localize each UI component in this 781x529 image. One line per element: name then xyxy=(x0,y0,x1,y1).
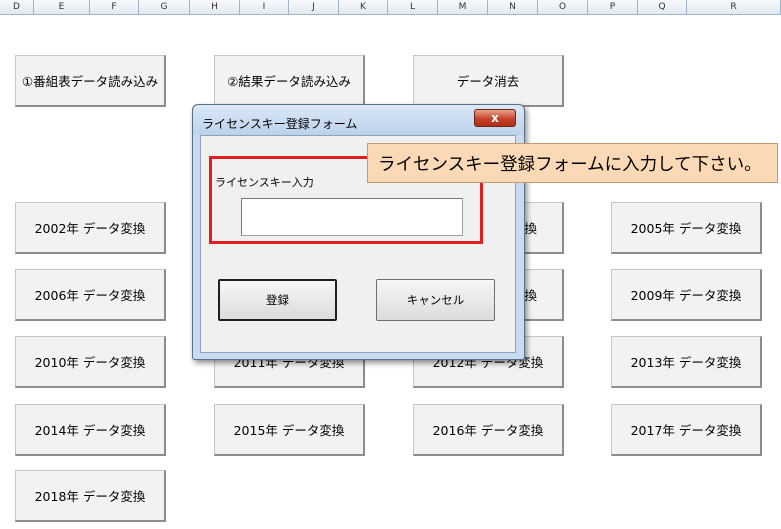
dialog-title: ライセンスキー登録フォーム xyxy=(202,117,358,131)
column-header-r[interactable]: R xyxy=(687,0,781,14)
convert-2017-button[interactable]: 2017年 データ変換 xyxy=(611,404,762,456)
dialog-titlebar[interactable]: ライセンスキー登録フォーム x xyxy=(193,105,524,135)
convert-2014-button[interactable]: 2014年 データ変換 xyxy=(15,404,166,456)
column-header-e[interactable]: E xyxy=(34,0,90,14)
instruction-callout: ライセンスキー登録フォームに入力して下さい。 xyxy=(367,143,778,183)
convert-2006-button[interactable]: 2006年 データ変換 xyxy=(15,269,166,321)
convert-2013-button[interactable]: 2013年 データ変換 xyxy=(611,336,762,388)
column-header-k[interactable]: K xyxy=(339,0,388,14)
convert-2009-button[interactable]: 2009年 データ変換 xyxy=(611,269,762,321)
convert-2002-button[interactable]: 2002年 データ変換 xyxy=(15,202,166,254)
column-header-m[interactable]: M xyxy=(438,0,488,14)
column-header-f[interactable]: F xyxy=(90,0,139,14)
convert-2015-button[interactable]: 2015年 データ変換 xyxy=(214,404,365,456)
column-header: D E F G H I J K L M N O P Q R xyxy=(0,0,781,15)
convert-2016-button[interactable]: 2016年 データ変換 xyxy=(413,404,564,456)
cancel-button[interactable]: キャンセル xyxy=(376,279,495,321)
load-program-button[interactable]: ①番組表データ読み込み xyxy=(15,55,166,107)
column-header-j[interactable]: J xyxy=(289,0,339,14)
column-header-q[interactable]: Q xyxy=(638,0,687,14)
close-icon: x xyxy=(491,111,499,125)
convert-2005-button[interactable]: 2005年 データ変換 xyxy=(611,202,762,254)
load-results-button[interactable]: ②結果データ読み込み xyxy=(214,55,365,107)
column-header-g[interactable]: G xyxy=(139,0,190,14)
column-header-o[interactable]: O xyxy=(538,0,588,14)
close-button[interactable]: x xyxy=(474,109,516,127)
clear-data-button[interactable]: データ消去 xyxy=(413,55,564,107)
column-header-h[interactable]: H xyxy=(190,0,240,14)
convert-2010-button[interactable]: 2010年 データ変換 xyxy=(15,336,166,388)
column-header-l[interactable]: L xyxy=(388,0,438,14)
convert-2018-button[interactable]: 2018年 データ変換 xyxy=(15,470,166,522)
column-header-i[interactable]: I xyxy=(240,0,289,14)
column-header-n[interactable]: N xyxy=(488,0,538,14)
register-button[interactable]: 登録 xyxy=(218,279,337,321)
column-header-p[interactable]: P xyxy=(588,0,638,14)
column-header-d[interactable]: D xyxy=(0,0,34,14)
